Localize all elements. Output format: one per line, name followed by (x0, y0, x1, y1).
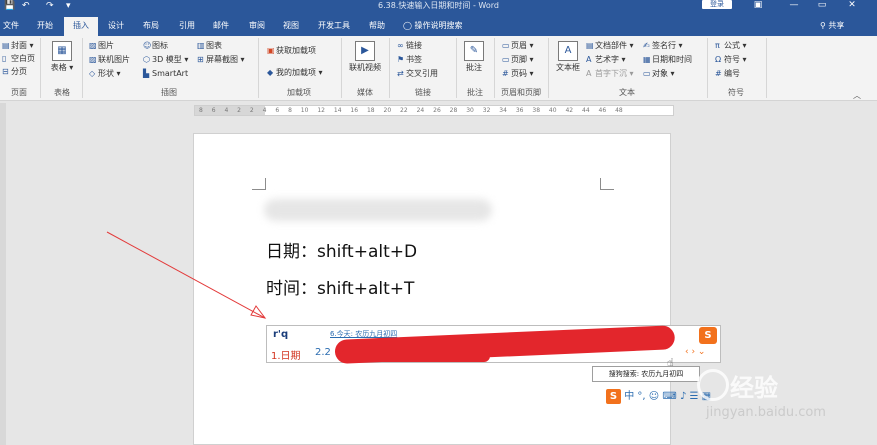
ime-status-bar[interactable]: S 中 °, ☺ ⌨ ♪ ☰ ▦ (606, 388, 750, 406)
ime-candidate-1[interactable]: 1.日期 (271, 347, 301, 362)
ime-page-arrows[interactable]: ‹ › ⌄ (685, 347, 705, 357)
watermark-url: jingyan.baidu.com (706, 405, 826, 420)
ime-candidate-2[interactable]: 2.2 (315, 347, 331, 358)
watermark-text: 经验 (730, 374, 778, 402)
redaction-stroke (340, 350, 490, 362)
sogou-toolbar-logo-icon: S (606, 388, 621, 404)
baidu-paw-icon (697, 369, 729, 401)
search-tooltip: 搜狗搜索: 农历九月初四 (592, 366, 700, 382)
sogou-logo-icon: S (699, 327, 717, 344)
ime-pinyin-input: r'q (273, 329, 289, 340)
